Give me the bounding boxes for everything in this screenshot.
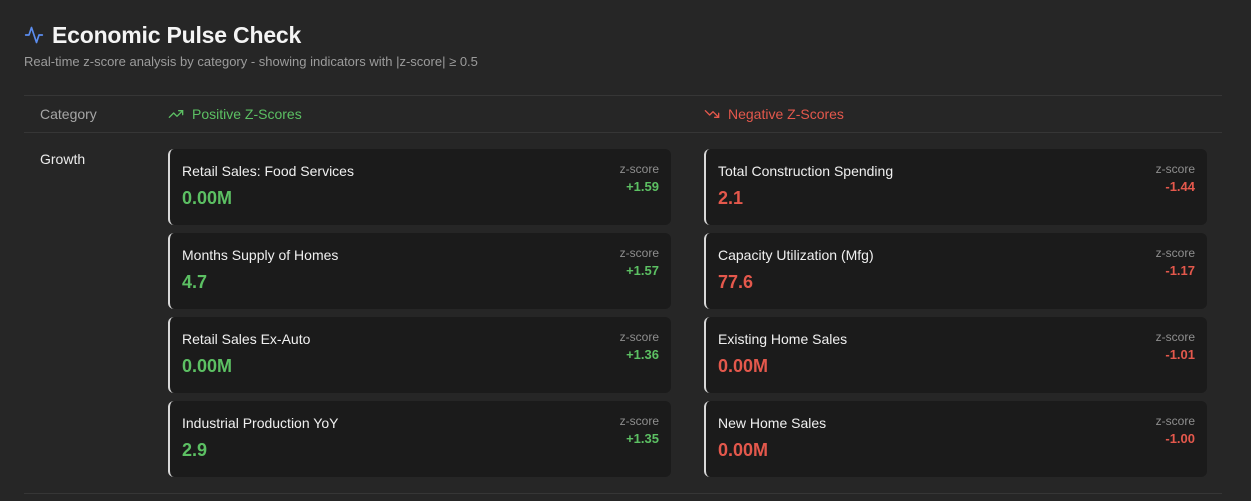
- indicator-value: 2.9: [182, 440, 208, 460]
- z-score-value: +1.35: [626, 431, 659, 446]
- z-score-label: z-score: [619, 330, 659, 344]
- indicator-value: 0.00M: [718, 356, 769, 376]
- indicator-name: Industrial Production YoY: [182, 415, 339, 431]
- indicator-name: Retail Sales Ex-Auto: [182, 331, 311, 347]
- z-score-label: z-score: [1155, 330, 1195, 344]
- indicator-value: 0.00M: [718, 440, 769, 460]
- z-score-label: z-score: [1155, 162, 1195, 176]
- z-score-value: +1.57: [626, 263, 659, 278]
- table-header: Category Positive Z-Scores Negative Z-Sc…: [24, 95, 1222, 133]
- indicator-value: 2.1: [718, 188, 744, 208]
- indicator-value: 4.7: [182, 272, 208, 292]
- z-score-value: -1.01: [1165, 347, 1195, 362]
- indicator-card[interactable]: Months Supply of Homes 4.7 z-score +1.57: [168, 233, 671, 309]
- z-score-value: -1.00: [1165, 431, 1195, 446]
- z-score-value: -1.44: [1165, 179, 1195, 194]
- z-score-value: +1.59: [626, 179, 659, 194]
- indicator-name: Total Construction Spending: [718, 163, 894, 179]
- indicator-card[interactable]: New Home Sales 0.00M z-score -1.00: [704, 401, 1207, 477]
- indicator-card[interactable]: Existing Home Sales 0.00M z-score -1.01: [704, 317, 1207, 393]
- z-score-label: z-score: [1155, 414, 1195, 428]
- indicator-name: Existing Home Sales: [718, 331, 848, 347]
- indicator-name: Capacity Utilization (Mfg): [718, 247, 874, 263]
- indicator-value: 77.6: [718, 272, 754, 292]
- positive-column-header: Positive Z-Scores: [168, 96, 302, 132]
- z-score-label: z-score: [1155, 246, 1195, 260]
- negative-column-header: Negative Z-Scores: [704, 96, 844, 132]
- indicator-card[interactable]: Retail Sales: Food Services 0.00M z-scor…: [168, 149, 671, 225]
- category-label-growth: Growth: [40, 151, 86, 167]
- indicator-value: 0.00M: [182, 356, 233, 376]
- table-bottom-divider: [24, 493, 1222, 494]
- page-header: Economic Pulse Check Real-time z-score a…: [24, 20, 478, 70]
- indicator-card[interactable]: Total Construction Spending 2.1 z-score …: [704, 149, 1207, 225]
- positive-header-label: Positive Z-Scores: [192, 106, 302, 122]
- indicator-name: Months Supply of Homes: [182, 247, 339, 263]
- negative-indicators-column: Total Construction Spending 2.1 z-score …: [704, 149, 1207, 485]
- page-subtitle: Real-time z-score analysis by category -…: [24, 54, 478, 69]
- indicator-card[interactable]: Capacity Utilization (Mfg) 77.6 z-score …: [704, 233, 1207, 309]
- z-score-value: +1.36: [626, 347, 659, 362]
- indicator-value: 0.00M: [182, 188, 233, 208]
- negative-header-label: Negative Z-Scores: [728, 106, 844, 122]
- category-column-header: Category: [40, 106, 97, 122]
- indicator-name: New Home Sales: [718, 415, 827, 431]
- indicator-card[interactable]: Industrial Production YoY 2.9 z-score +1…: [168, 401, 671, 477]
- trending-down-icon: [704, 110, 720, 118]
- activity-icon: [24, 26, 44, 44]
- z-score-value: -1.17: [1165, 263, 1195, 278]
- z-score-label: z-score: [619, 246, 659, 260]
- indicator-card[interactable]: Retail Sales Ex-Auto 0.00M z-score +1.36: [168, 317, 671, 393]
- z-score-label: z-score: [619, 414, 659, 428]
- indicator-name: Retail Sales: Food Services: [182, 163, 354, 179]
- positive-indicators-column: Retail Sales: Food Services 0.00M z-scor…: [168, 149, 671, 485]
- z-score-label: z-score: [619, 162, 659, 176]
- title-row: Economic Pulse Check: [24, 20, 478, 50]
- page-title: Economic Pulse Check: [52, 21, 302, 48]
- trending-up-icon: [168, 110, 184, 118]
